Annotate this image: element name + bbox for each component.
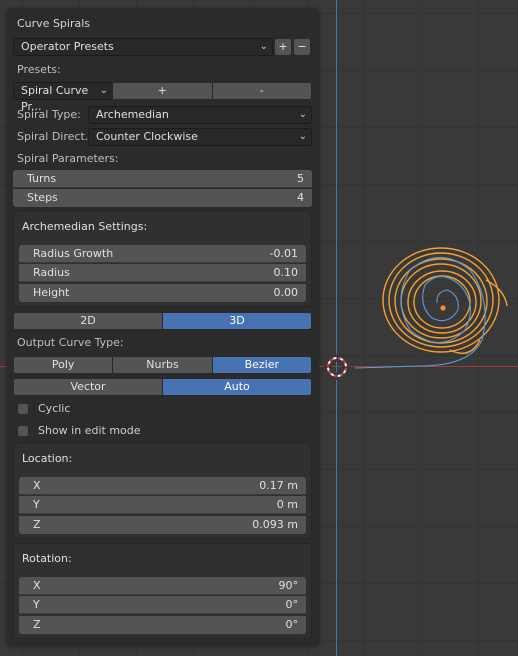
cyclic-checkbox[interactable]: [17, 403, 29, 415]
spiral-type-value: Archemedian: [96, 108, 169, 121]
2d-button[interactable]: 2D: [13, 312, 163, 330]
rotation-box: Rotation: X 90° Y 0° Z 0°: [13, 543, 312, 639]
location-x-field[interactable]: X 0.17 m: [19, 477, 306, 495]
archemedian-settings-box: Archemedian Settings: Radius Growth -0.0…: [13, 211, 312, 307]
panel-title: Curve Spirals: [17, 17, 91, 30]
location-title: Location:: [22, 452, 73, 465]
rotation-title: Rotation:: [22, 552, 72, 565]
location-z-value: 0.093 m: [252, 518, 298, 531]
add-preset-button[interactable]: +: [274, 38, 292, 56]
location-y-field[interactable]: Y 0 m: [19, 496, 306, 514]
vector-button[interactable]: Vector: [13, 378, 163, 396]
remove-preset-button[interactable]: −: [293, 38, 311, 56]
rotation-y-field[interactable]: Y 0°: [19, 596, 306, 614]
rotation-y-value: 0°: [285, 598, 299, 611]
spiral-type-label: Spiral Type:: [17, 108, 81, 121]
height-value: 0.00: [273, 286, 299, 299]
location-x-value: 0.17 m: [259, 479, 298, 492]
operator-presets-dropdown[interactable]: Operator Presets ⌄: [13, 38, 273, 56]
preset-add-button[interactable]: +: [112, 82, 213, 100]
operator-panel: Curve Spirals Operator Presets ⌄ + − Pre…: [7, 9, 319, 646]
location-z-label: Z: [33, 518, 41, 531]
chevron-down-icon: ⌄: [298, 131, 307, 142]
poly-button[interactable]: Poly: [13, 356, 114, 374]
spiral-parameters-label: Spiral Parameters:: [17, 152, 119, 165]
dimension-toggle: 2D 3D: [13, 312, 312, 330]
rotation-x-field[interactable]: X 90°: [19, 577, 306, 595]
turns-value: 5: [297, 172, 304, 185]
radius-growth-label: Radius Growth: [33, 247, 114, 260]
cyclic-label: Cyclic: [38, 402, 71, 415]
spiral-direction-label: Spiral Direct...: [17, 130, 96, 143]
origin-point: [440, 305, 446, 311]
radius-label: Radius: [33, 266, 70, 279]
auto-button[interactable]: Auto: [162, 378, 312, 396]
3d-button[interactable]: 3D: [162, 312, 312, 330]
radius-value: 0.10: [273, 266, 299, 279]
curve-type-toggle: Poly Nurbs Bezier: [13, 356, 312, 374]
rotation-x-label: X: [33, 579, 41, 592]
rotation-z-field[interactable]: Z 0°: [19, 616, 306, 634]
rotation-x-value: 90°: [278, 579, 299, 592]
steps-value: 4: [297, 191, 304, 204]
rotation-z-value: 0°: [285, 618, 299, 631]
spiral-direction-dropdown[interactable]: Counter Clockwise ⌄: [88, 128, 312, 146]
location-y-label: Y: [33, 498, 40, 511]
turns-field[interactable]: Turns 5: [13, 170, 312, 188]
chevron-down-icon: ⌄: [99, 85, 108, 96]
spiral-preset-dropdown[interactable]: Spiral Curve Pr... ⌄: [13, 82, 113, 113]
location-y-value: 0 m: [276, 498, 298, 511]
location-z-field[interactable]: Z 0.093 m: [19, 516, 306, 534]
show-in-edit-mode-label: Show in edit mode: [38, 424, 141, 437]
location-box: Location: X 0.17 m Y 0 m Z 0.093 m: [13, 443, 312, 539]
height-field[interactable]: Height 0.00: [19, 284, 306, 302]
output-curve-type-label: Output Curve Type:: [17, 336, 124, 349]
nurbs-button[interactable]: Nurbs: [112, 356, 213, 374]
preset-remove-button[interactable]: -: [211, 82, 312, 100]
spiral-type-dropdown[interactable]: Archemedian ⌄: [88, 106, 312, 124]
preset-buttons: + -: [112, 82, 312, 100]
turns-label: Turns: [27, 172, 57, 185]
rotation-z-label: Z: [33, 618, 41, 631]
chevron-down-icon: ⌄: [259, 41, 268, 52]
chevron-down-icon: ⌄: [298, 109, 307, 120]
height-label: Height: [33, 286, 70, 299]
spiral-direction-value: Counter Clockwise: [96, 130, 198, 143]
rotation-y-label: Y: [33, 598, 40, 611]
archemedian-settings-title: Archemedian Settings:: [22, 220, 148, 233]
steps-field[interactable]: Steps 4: [13, 189, 312, 207]
radius-field[interactable]: Radius 0.10: [19, 264, 306, 282]
bezier-button[interactable]: Bezier: [211, 356, 312, 374]
handle-type-toggle: Vector Auto: [13, 378, 312, 396]
presets-label: Presets:: [17, 63, 61, 76]
operator-presets-label: Operator Presets: [21, 40, 114, 53]
show-in-edit-mode-checkbox[interactable]: [17, 425, 29, 437]
radius-growth-value: -0.01: [269, 247, 298, 260]
steps-label: Steps: [27, 191, 58, 204]
radius-growth-field[interactable]: Radius Growth -0.01: [19, 245, 306, 263]
3d-cursor-icon[interactable]: [324, 354, 350, 380]
location-x-label: X: [33, 479, 41, 492]
